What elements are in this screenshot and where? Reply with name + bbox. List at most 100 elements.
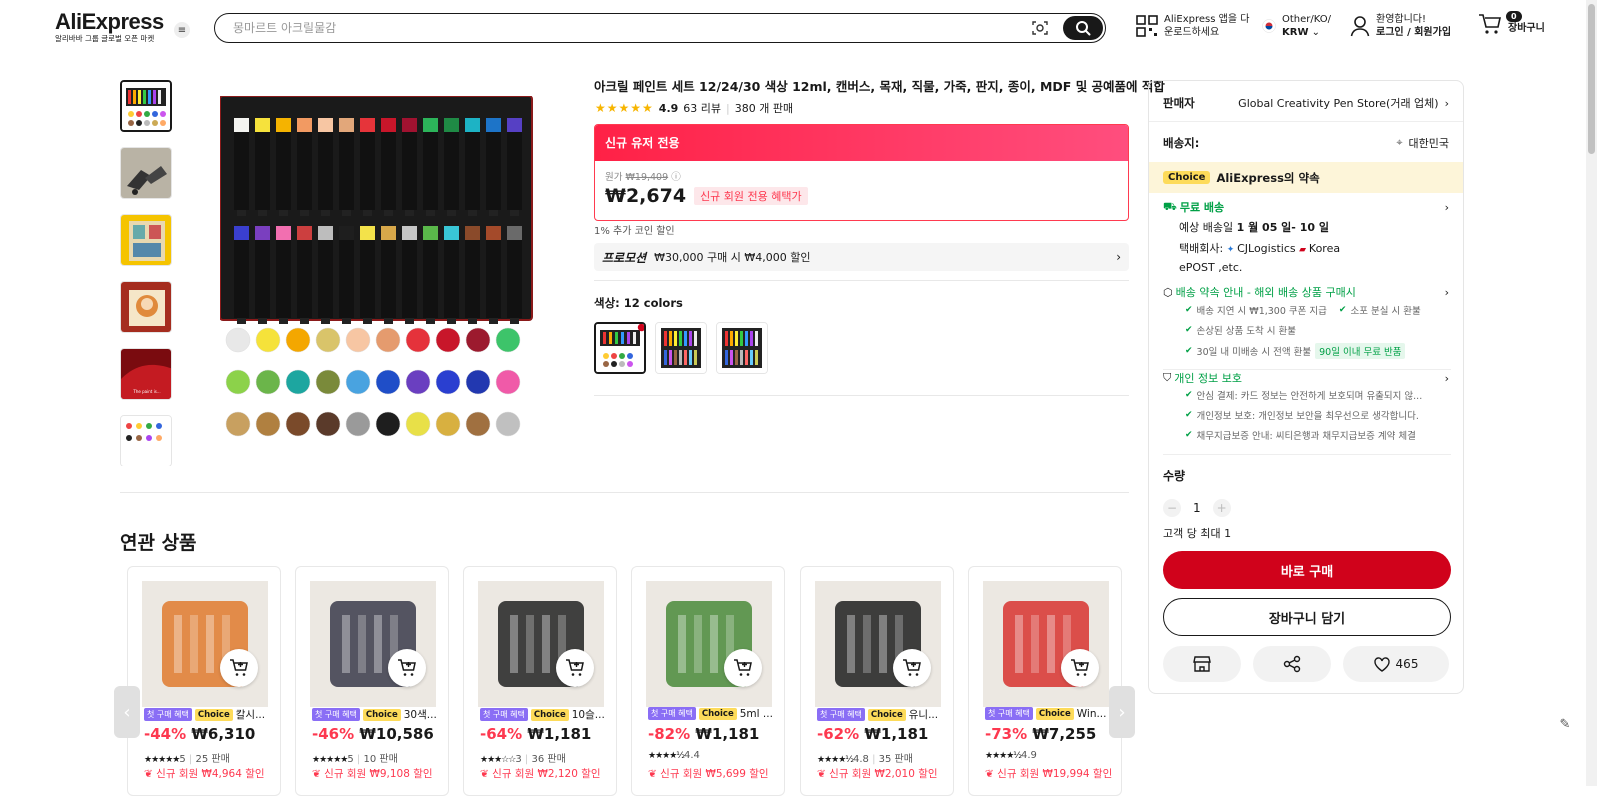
login-signup-link[interactable]: 로그인 / 회원가입	[1376, 27, 1451, 38]
thumbnail-1[interactable]	[120, 80, 172, 132]
new-member-discount: ❦ 신규 회원 ₩4,964 할인	[144, 766, 265, 781]
currency: KRW	[1282, 27, 1309, 38]
flame-icon: ❦	[480, 768, 489, 780]
related-product-card[interactable]: 첫 구매 혜택 Choice 칼시... -44% ₩6,310 ★★★★★5 | 25…	[127, 566, 281, 796]
info-icon[interactable]: ⓘ	[671, 172, 681, 183]
color-option-12[interactable]: ●	[594, 322, 646, 374]
thumbnail-5[interactable]: The paint is...	[120, 348, 172, 400]
thumbnail-2[interactable]	[120, 147, 172, 199]
hot-badge-icon: ●	[637, 322, 646, 333]
menu-icon[interactable]: ≡	[174, 22, 190, 38]
product-price: ₩1,181	[527, 725, 592, 743]
delivery-estimate: 예상 배송일 1 월 05 일- 10 일	[1179, 219, 1329, 236]
thumbnail-4[interactable]	[120, 281, 172, 333]
related-product-card[interactable]: 첫 구매 혜택 Choice 30색... -46% ₩10,586 ★★★★★5 | …	[295, 566, 449, 796]
quantity-value[interactable]: 1	[1193, 501, 1201, 515]
product-thumbnail[interactable]	[815, 581, 941, 707]
add-to-cart-button[interactable]: 장바구니 담기	[1163, 598, 1451, 636]
privacy-row[interactable]: ⛉ 개인 정보 보호 ›	[1163, 370, 1449, 386]
product-price-line: -64% ₩1,181	[480, 725, 591, 743]
color-option-24[interactable]	[655, 322, 707, 374]
product-thumbnail[interactable]	[478, 581, 604, 707]
purchase-limit: 고객 당 최대 1	[1163, 527, 1232, 540]
review-count[interactable]: 63 리뷰	[683, 100, 721, 116]
product-rating: 4.8	[853, 754, 869, 765]
edit-pencil-icon[interactable]: ✎	[1554, 713, 1576, 735]
app-download[interactable]: AliExpress 앱을 다 운로드하세요	[1136, 13, 1249, 39]
rating-stars-icon: ★★★★★	[595, 101, 654, 115]
product-name[interactable]: 10슬...	[572, 707, 605, 722]
guarantee-item: ✔ 배송 지연 시 ₩1,300 쿠폰 지급 ✔ 소포 분실 시 환불	[1185, 303, 1421, 317]
seller-name[interactable]: Global Creativity Pen Store(거래 업체)	[1238, 95, 1438, 111]
product-thumbnail[interactable]	[310, 581, 436, 707]
original-price-line: 원가 ₩19,409 ⓘ	[605, 169, 681, 183]
user-icon	[1350, 16, 1370, 37]
product-rating-line: ★★★★★5 | 25 판매	[144, 750, 230, 765]
search-button[interactable]	[1063, 16, 1103, 40]
scrollbar-thumb[interactable]	[1588, 4, 1595, 154]
buy-now-button[interactable]: 바로 구매	[1163, 551, 1451, 589]
guarantee-item: ✔ 손상된 상품 도착 시 환불	[1185, 323, 1296, 337]
seller-row[interactable]: 판매자 Global Creativity Pen Store(거래 업체) ›	[1163, 95, 1449, 111]
search-input[interactable]	[233, 19, 993, 37]
add-to-cart-button[interactable]	[556, 649, 594, 687]
account[interactable]: 환영합니다! 로그인 / 회원가입	[1350, 13, 1451, 39]
promotion-row[interactable]: 프로모션 ₩30,000 구매 시 ₩4,000 할인 ›	[594, 243, 1129, 271]
add-to-cart-button[interactable]	[388, 649, 426, 687]
color-option-30[interactable]	[716, 322, 768, 374]
product-name-line: 첫 구매 혜택 Choice 30색...	[312, 707, 442, 722]
product-thumbnail[interactable]	[646, 581, 772, 707]
guarantee-row[interactable]: ⬡ 배송 약속 안내 - 해외 배송 상품 구매시 ›	[1163, 284, 1449, 300]
carousel-next-button[interactable]: ›	[1109, 686, 1135, 738]
free-shipping-label: 무료 배송	[1179, 201, 1225, 214]
image-search-icon[interactable]	[1031, 19, 1049, 37]
add-to-cart-button[interactable]	[893, 649, 931, 687]
quantity-decrease-button[interactable]: −	[1163, 499, 1181, 517]
rating-stars-icon: ★★★★½	[985, 751, 1022, 761]
related-product-card[interactable]: 첫 구매 혜택 Choice Win... -73% ₩7,255 ★★★★½4.9 ❦ …	[968, 566, 1122, 796]
rating-stars-icon: ★★★★★	[144, 755, 180, 765]
carousel-prev-button[interactable]: ‹	[114, 686, 140, 738]
first-purchase-tag: 첫 구매 혜택	[817, 708, 865, 721]
related-product-card[interactable]: 첫 구매 혜택 Choice 5ml ... -82% ₩1,181 ★★★★½4.4 ❦…	[631, 566, 785, 796]
quantity-label: 수량	[1163, 469, 1186, 483]
product-name[interactable]: 30색...	[404, 707, 437, 722]
main-product-image[interactable]	[220, 96, 542, 458]
product-rating: 5	[179, 754, 186, 765]
thumbnail-6[interactable]	[120, 415, 172, 466]
share-button[interactable]	[1253, 646, 1331, 682]
add-to-cart-button[interactable]	[724, 649, 762, 687]
thumbnail-strip: The paint is...	[120, 80, 174, 466]
guarantee-title: 배송 약속 안내 - 해외 배송 상품 구매시	[1175, 286, 1356, 299]
product-sold: 35 판매	[878, 754, 913, 765]
add-to-cart-button[interactable]	[220, 649, 258, 687]
store-button[interactable]	[1163, 646, 1241, 682]
page-scrollbar[interactable]	[1586, 0, 1597, 786]
guarantee-item: ✔ 30일 내 미배송 시 전액 환불 90일 이내 무료 반품	[1185, 343, 1406, 359]
product-name[interactable]: 칼시...	[236, 707, 265, 722]
delivery-estimate-date: 1 월 05 일- 10 일	[1236, 221, 1329, 234]
seller-label: 판매자	[1163, 96, 1195, 110]
ship-to-row[interactable]: 배송지: ⌖ 대한민국	[1163, 135, 1449, 151]
product-thumbnail[interactable]	[983, 581, 1109, 707]
quantity-increase-button[interactable]: +	[1212, 499, 1231, 517]
product-thumbnail[interactable]	[142, 581, 268, 707]
promo-header: 신규 유저 전용	[595, 125, 1128, 161]
region-selector[interactable]: Other/KO/KRW ⌄	[1262, 13, 1331, 39]
logo-subtitle: 알리바바 그룹 글로벌 오픈 마켓	[55, 34, 155, 43]
thumbnail-3[interactable]	[120, 214, 172, 266]
product-name[interactable]: 5ml ...	[740, 708, 773, 720]
aliexpress-logo[interactable]: AliExpress 알리바바 그룹 글로벌 오픈 마켓	[55, 10, 164, 44]
discount-percent: -82%	[648, 725, 691, 743]
product-name[interactable]: 유니...	[909, 707, 938, 722]
promotion-label: 프로모션	[602, 250, 647, 265]
price-promo-box: 신규 유저 전용 원가 ₩19,409 ⓘ ₩2,674 신규 회원 전용 혜택…	[594, 124, 1129, 221]
free-shipping-row[interactable]: ⛟ 무료 배송 ›	[1163, 199, 1449, 215]
cart[interactable]: 0 장바구니	[1478, 11, 1545, 35]
add-to-cart-button[interactable]	[1061, 649, 1099, 687]
related-product-card[interactable]: 첫 구매 혜택 Choice 10슬... -64% ₩1,181 ★★★☆☆3 | 3…	[463, 566, 617, 796]
related-product-card[interactable]: 첫 구매 혜택 Choice 유니... -62% ₩1,181 ★★★★½4.8 | …	[800, 566, 954, 796]
product-name[interactable]: Win...	[1077, 708, 1107, 720]
separator: |	[872, 754, 876, 765]
wishlist-button[interactable]: 465	[1343, 646, 1449, 682]
